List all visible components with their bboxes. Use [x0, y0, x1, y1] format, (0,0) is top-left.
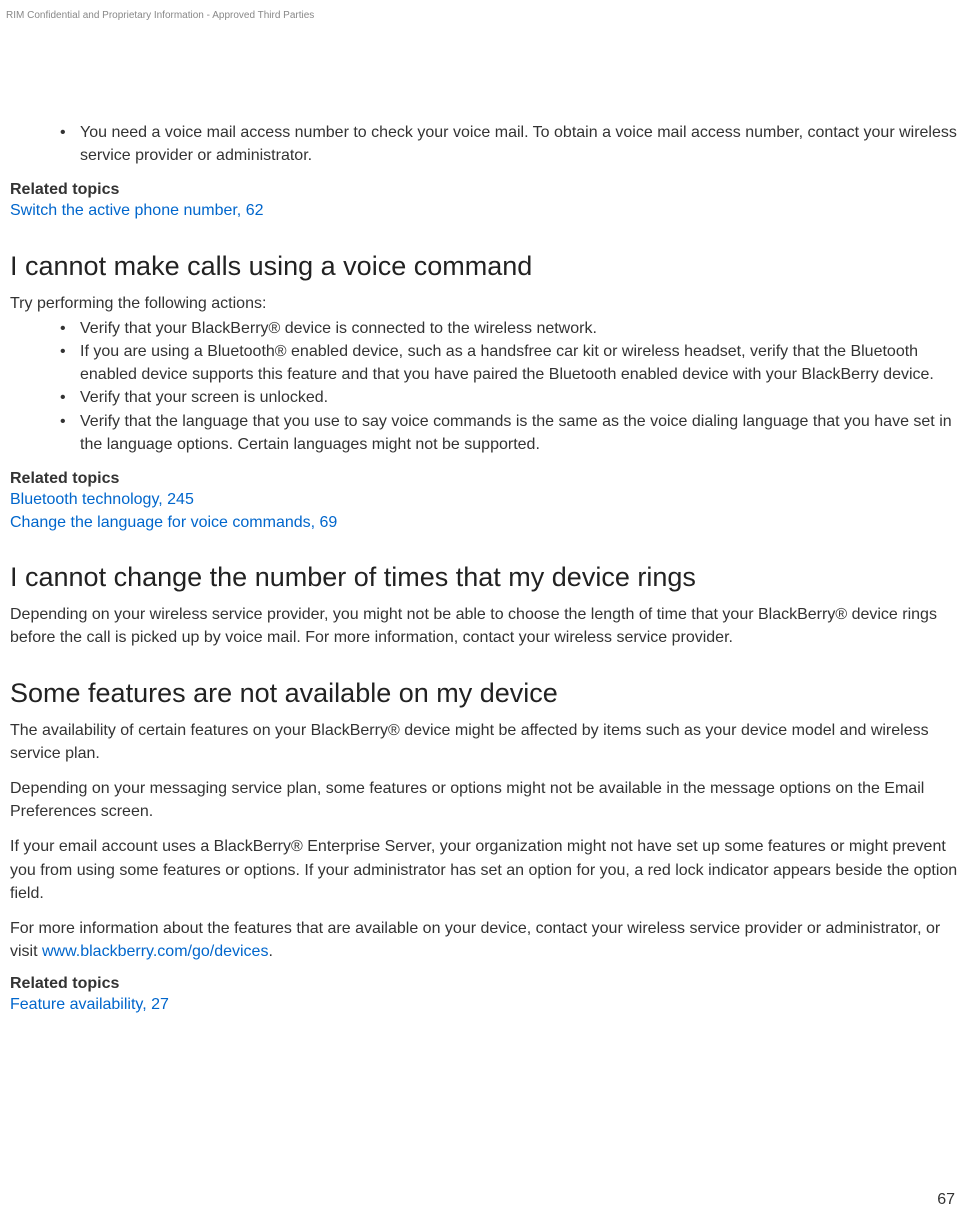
confidential-header: RIM Confidential and Proprietary Informa… [0, 0, 973, 21]
list-item: You need a voice mail access number to c… [60, 121, 963, 167]
page-content: You need a voice mail access number to c… [0, 21, 973, 1017]
related-topics-label: Related topics [10, 470, 963, 488]
related-link-feature-availability[interactable]: Feature availability, 27 [10, 993, 963, 1016]
related-topics-label: Related topics [10, 181, 963, 199]
list-item: If you are using a Bluetooth® enabled de… [60, 340, 963, 386]
list-item: Verify that your BlackBerry® device is c… [60, 317, 963, 340]
paragraph: Depending on your wireless service provi… [10, 603, 963, 649]
related-topics-label: Related topics [10, 975, 963, 993]
link-blackberry-devices[interactable]: www.blackberry.com/go/devices [42, 943, 268, 960]
intro-text: Try performing the following actions: [10, 292, 963, 315]
paragraph: The availability of certain features on … [10, 719, 963, 765]
heading-device-rings: I cannot change the number of times that… [10, 562, 963, 593]
related-link-voice-language[interactable]: Change the language for voice commands, … [10, 511, 963, 534]
heading-features-unavailable: Some features are not available on my de… [10, 678, 963, 709]
paragraph: Depending on your messaging service plan… [10, 777, 963, 823]
paragraph: For more information about the features … [10, 917, 963, 963]
list-item: Verify that the language that you use to… [60, 410, 963, 456]
list-item: Verify that your screen is unlocked. [60, 386, 963, 409]
paragraph-text: . [268, 943, 272, 960]
paragraph: If your email account uses a BlackBerry®… [10, 835, 963, 905]
bullet-list-1: Verify that your BlackBerry® device is c… [10, 317, 963, 456]
related-link-switch-phone[interactable]: Switch the active phone number, 62 [10, 199, 963, 222]
related-link-bluetooth[interactable]: Bluetooth technology, 245 [10, 488, 963, 511]
bullet-list-0: You need a voice mail access number to c… [10, 121, 963, 167]
heading-voice-command: I cannot make calls using a voice comman… [10, 251, 963, 282]
page-number: 67 [937, 1191, 955, 1209]
